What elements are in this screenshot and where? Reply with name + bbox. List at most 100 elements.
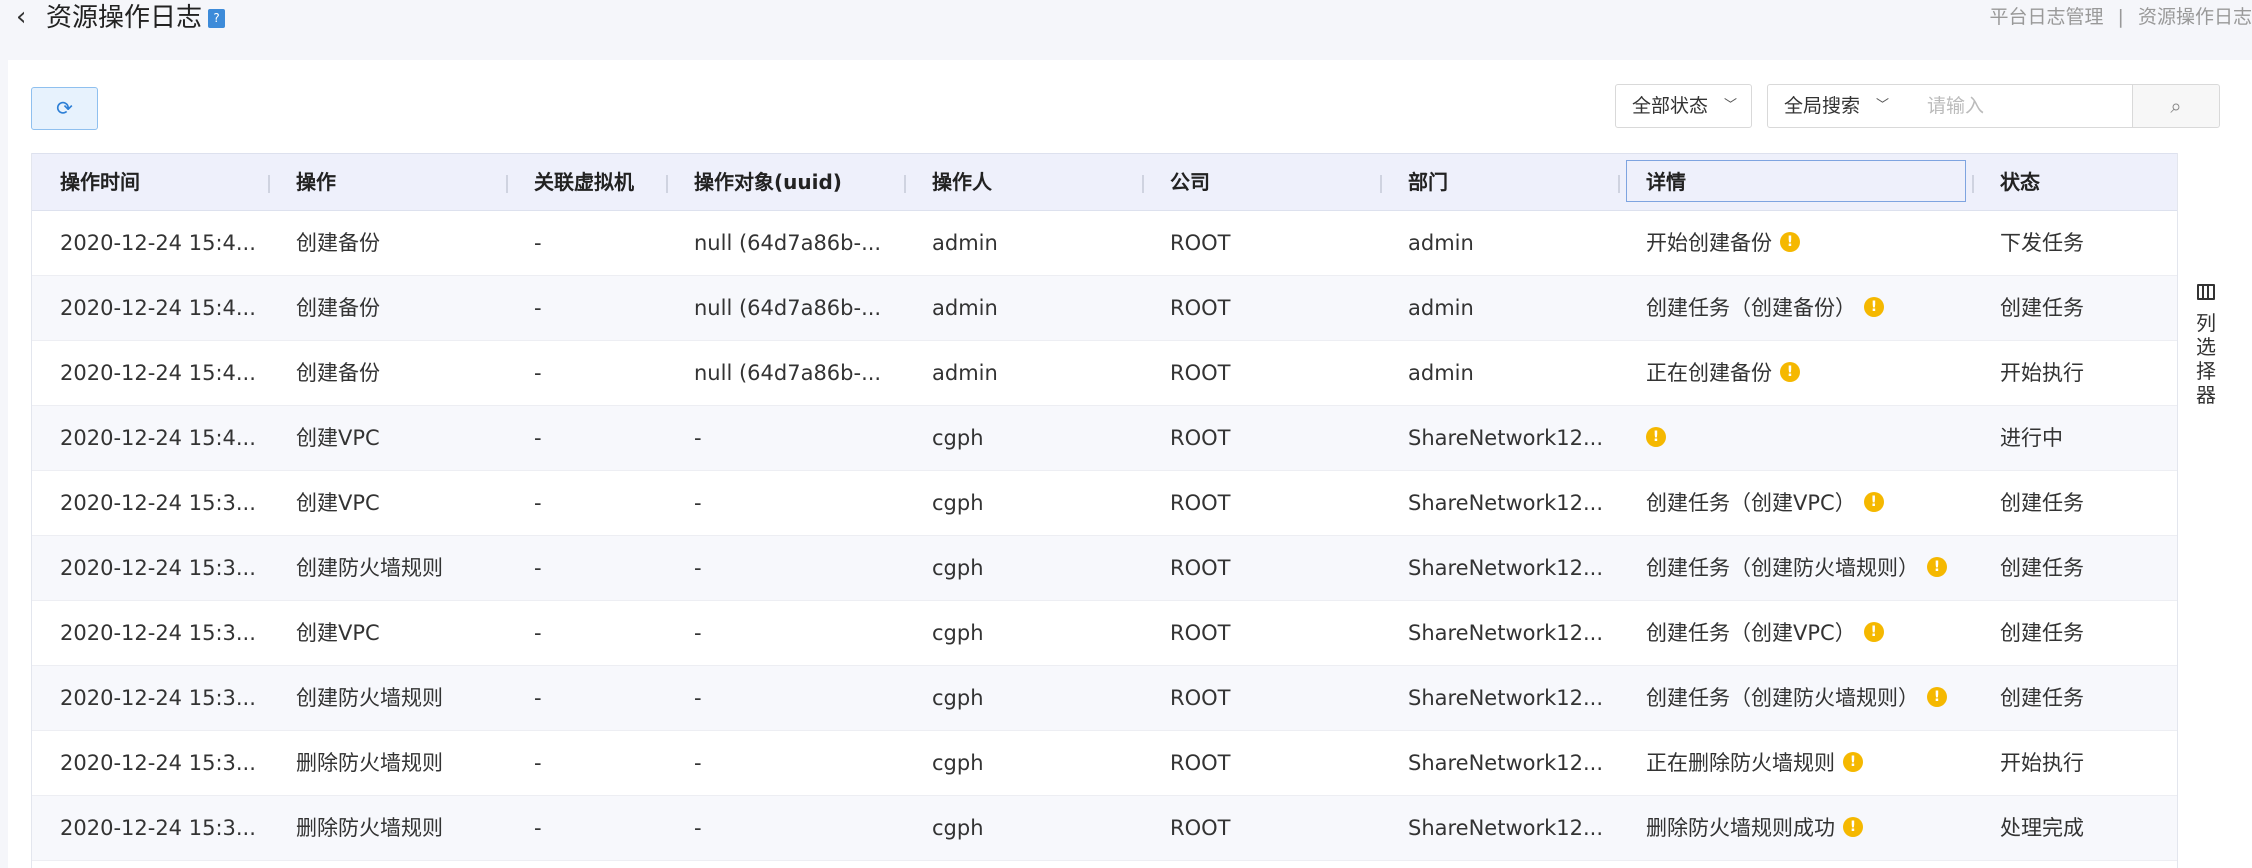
cell-status-text: 创建任务 bbox=[2000, 296, 2084, 320]
cell-target-text: - bbox=[694, 556, 702, 580]
cell-time-text: 2020-12-24 15:4... bbox=[60, 361, 256, 385]
cell-time-text: 2020-12-24 15:3... bbox=[60, 751, 256, 775]
table-row[interactable]: 2020-12-24 15:3... 创建防火墙规则 - - cgph ROOT Share… bbox=[32, 666, 2178, 731]
breadcrumb-item-resource-log[interactable]: 资源操作日志 bbox=[2138, 6, 2252, 28]
cell-vm: - bbox=[506, 601, 666, 665]
cell-status: 进行中 bbox=[1972, 406, 2178, 470]
table-row[interactable]: 2020-12-24 15:3... 创建防火墙规则 - - cgph ROOT Share… bbox=[32, 536, 2178, 601]
cell-vm: - bbox=[506, 211, 666, 275]
cell-operator: cgph bbox=[904, 536, 1142, 600]
cell-department: ShareNetwork12... bbox=[1380, 731, 1618, 795]
cell-company-text: ROOT bbox=[1170, 621, 1231, 645]
cell-target-text: null (64d7a86b-... bbox=[694, 296, 882, 320]
cell-operator: admin bbox=[904, 211, 1142, 275]
warning-icon[interactable]: ! bbox=[1863, 622, 1884, 642]
cell-status-text: 开始执行 bbox=[2000, 361, 2084, 385]
back-arrow-icon[interactable]: ‹ bbox=[16, 4, 40, 30]
cell-status: 创建任务 bbox=[1972, 471, 2178, 535]
warning-icon[interactable]: ! bbox=[1843, 817, 1863, 837]
cell-operator: admin bbox=[904, 341, 1142, 405]
cell-company-text: ROOT bbox=[1170, 296, 1231, 320]
cell-company: ROOT bbox=[1142, 536, 1380, 600]
warning-icon[interactable]: ! bbox=[1863, 492, 1884, 512]
cell-operator: cgph bbox=[904, 601, 1142, 665]
column-header-company[interactable]: 公司 bbox=[1142, 154, 1380, 210]
content-card: ⟳ 全部状态 ﹀ 全局搜索 ﹀ ⌕ 操作时间 操作 关联虚拟机 操作对象(uui… bbox=[8, 60, 2252, 868]
cell-time-text: 2020-12-24 15:3... bbox=[60, 621, 256, 645]
cell-detail: 创建任务（创建VPC）! bbox=[1618, 601, 1972, 665]
cell-time: 2020-12-24 15:3... bbox=[32, 731, 268, 795]
breadcrumb-separator: | bbox=[2117, 6, 2124, 28]
cell-target: - bbox=[666, 731, 904, 795]
cell-vm-text: - bbox=[534, 751, 542, 775]
cell-time-text: 2020-12-24 15:3... bbox=[60, 491, 256, 515]
cell-company-text: ROOT bbox=[1170, 231, 1231, 255]
cell-vm: - bbox=[506, 536, 666, 600]
column-header-department[interactable]: 部门 bbox=[1380, 154, 1618, 210]
cell-operation: 创建防火墙规则 bbox=[268, 536, 506, 600]
column-header-time[interactable]: 操作时间 bbox=[32, 154, 268, 210]
table-row[interactable]: 2020-12-24 15:3... 创建VPC - - cgph ROOT ShareNe… bbox=[32, 471, 2178, 536]
search-input[interactable] bbox=[1903, 84, 2133, 128]
cell-company-text: ROOT bbox=[1170, 361, 1231, 385]
warning-icon[interactable]: ! bbox=[1780, 232, 1800, 252]
table-row[interactable]: 2020-12-24 15:4... 创建备份 - null (64d7a86b-..… bbox=[32, 276, 2178, 341]
cell-target: null (64d7a86b-... bbox=[666, 341, 904, 405]
cell-target: - bbox=[666, 796, 904, 860]
warning-icon[interactable]: ! bbox=[1646, 427, 1666, 447]
cell-vm-text: - bbox=[534, 231, 542, 255]
cell-company-text: ROOT bbox=[1170, 751, 1231, 775]
table-row[interactable]: 2020-12-24 15:4... 创建VPC - - cgph ROOT ShareNe… bbox=[32, 406, 2178, 471]
cell-target-text: - bbox=[694, 816, 702, 840]
column-header-target[interactable]: 操作对象(uuid) bbox=[666, 154, 904, 210]
cell-detail: 创建任务（创建防火墙规则）! bbox=[1618, 536, 1972, 600]
cell-target-text: - bbox=[694, 751, 702, 775]
cell-vm: - bbox=[506, 471, 666, 535]
column-chooser-button[interactable]: 列选择器 bbox=[2177, 153, 2252, 868]
column-header-operation[interactable]: 操作 bbox=[268, 154, 506, 210]
cell-operator-text: admin bbox=[932, 361, 998, 385]
cell-time-text: 2020-12-24 15:3... bbox=[60, 686, 256, 710]
cell-time: 2020-12-24 15:4... bbox=[32, 406, 268, 470]
breadcrumb-item-platform-log[interactable]: 平台日志管理 bbox=[1989, 6, 2103, 28]
table-row[interactable]: 2020-12-24 15:4... 创建备份 - null (64d7a86b-..… bbox=[32, 341, 2178, 406]
warning-icon[interactable]: ! bbox=[1927, 687, 1947, 707]
cell-department: admin bbox=[1380, 276, 1618, 340]
table-row[interactable]: 2020-12-24 15:3... 删除防火墙规则 - - cgph ROOT Share… bbox=[32, 731, 2178, 796]
search-scope-select[interactable]: 全局搜索 ﹀ bbox=[1767, 84, 1904, 128]
cell-target-text: - bbox=[694, 686, 702, 710]
help-icon[interactable]: ? bbox=[208, 9, 225, 28]
cell-operator: cgph bbox=[904, 796, 1142, 860]
cell-department-text: ShareNetwork12... bbox=[1408, 816, 1604, 840]
cell-company: ROOT bbox=[1142, 796, 1380, 860]
cell-department-text: ShareNetwork12... bbox=[1408, 426, 1604, 450]
table-row[interactable]: 2020-12-24 15:4... 创建备份 - null (64d7a86b-..… bbox=[32, 211, 2178, 276]
cell-target-text: - bbox=[694, 426, 702, 450]
table-row[interactable]: 2020-12-24 15:3... 创建VPC - - cgph ROOT ShareNe… bbox=[32, 601, 2178, 666]
cell-detail: 正在删除防火墙规则! bbox=[1618, 731, 1972, 795]
column-header-operator[interactable]: 操作人 bbox=[904, 154, 1142, 210]
warning-icon[interactable]: ! bbox=[1843, 752, 1863, 772]
cell-status: 创建任务 bbox=[1972, 536, 2178, 600]
cell-vm-text: - bbox=[534, 361, 542, 385]
cell-company-text: ROOT bbox=[1170, 426, 1231, 450]
warning-icon[interactable]: ! bbox=[1927, 557, 1947, 577]
cell-time: 2020-12-24 15:3... bbox=[32, 601, 268, 665]
table-row[interactable]: 2020-12-24 15:3... 删除防火墙规则 - - cgph ROOT Share… bbox=[32, 796, 2178, 861]
cell-target: - bbox=[666, 471, 904, 535]
page-title: 资源操作日志 bbox=[46, 3, 203, 33]
cell-department: ShareNetwork12... bbox=[1380, 666, 1618, 730]
column-header-vm[interactable]: 关联虚拟机 bbox=[506, 154, 666, 210]
cell-department: admin bbox=[1380, 341, 1618, 405]
status-filter-select[interactable]: 全部状态 ﹀ bbox=[1615, 84, 1752, 128]
warning-icon[interactable]: ! bbox=[1780, 362, 1800, 382]
search-button[interactable]: ⌕ bbox=[2132, 84, 2220, 128]
cell-detail: ! bbox=[1618, 406, 1972, 470]
cell-time: 2020-12-24 15:4... bbox=[32, 341, 268, 405]
chevron-down-icon: ﹀ bbox=[1723, 98, 1737, 113]
cell-operator-text: cgph bbox=[932, 491, 984, 515]
column-header-status[interactable]: 状态 bbox=[1972, 154, 2178, 210]
warning-icon[interactable]: ! bbox=[1864, 297, 1884, 317]
refresh-button[interactable]: ⟳ bbox=[31, 87, 98, 130]
column-header-detail[interactable]: 详情 bbox=[1618, 154, 1972, 210]
